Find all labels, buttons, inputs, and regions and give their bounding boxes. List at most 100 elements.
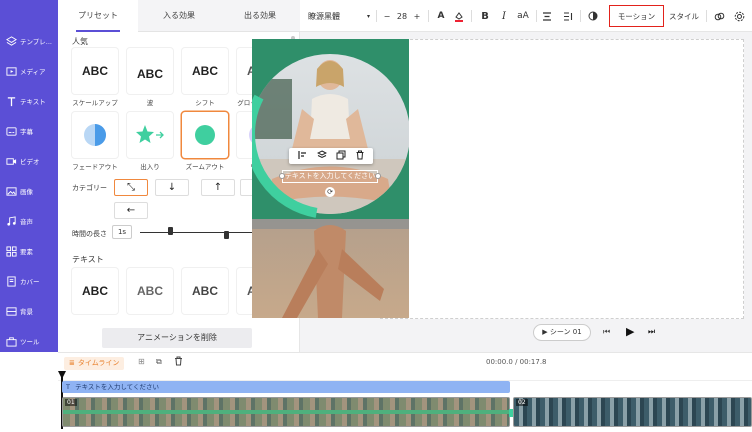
preset-in-out[interactable]: [127, 112, 173, 158]
video-icon: [5, 155, 17, 167]
text-preset-2[interactable]: ABC: [127, 268, 173, 314]
trash-icon[interactable]: [355, 150, 365, 162]
nav-item-tools[interactable]: ツール: [0, 330, 58, 352]
clip-tag: 02: [516, 399, 528, 406]
section-text-heading: テキスト: [72, 255, 104, 264]
next-icon[interactable]: ⏭: [648, 327, 655, 337]
layers-icon: [5, 35, 17, 47]
text-element[interactable]: テキストを入力してください: [282, 170, 378, 183]
resize-handle-left[interactable]: [279, 173, 285, 179]
nav-item-image[interactable]: 画像: [0, 180, 58, 202]
preset-label: フェードアウト: [72, 163, 118, 171]
text-clip[interactable]: T テキストを入力してください: [62, 381, 510, 393]
preset-label: シフト: [195, 99, 215, 107]
line-spacing-icon[interactable]: [561, 0, 575, 32]
font-family-select[interactable]: 瞭源黑體 ▾: [306, 0, 372, 32]
music-icon: [5, 215, 17, 227]
settings-icon[interactable]: [732, 0, 746, 32]
nav-item-subtitles[interactable]: 字幕: [0, 120, 58, 142]
nav-item-audio[interactable]: 音声: [0, 210, 58, 232]
divider: [580, 10, 581, 22]
nav-item-elements[interactable]: 要素: [0, 240, 58, 262]
direction-down-button[interactable]: ↓: [155, 179, 189, 196]
preset-wave[interactable]: ABC: [127, 48, 173, 94]
direction-expand-button[interactable]: ⤡: [114, 179, 148, 196]
tab-motion[interactable]: モーション: [609, 5, 664, 27]
timeline-ruler[interactable]: [58, 373, 752, 381]
text-clip-label: テキストを入力してください: [75, 383, 159, 391]
nav-item-text[interactable]: テキスト: [0, 90, 58, 112]
split-icon[interactable]: ⊞: [138, 357, 145, 366]
preset-label: スケールアップ: [72, 99, 118, 107]
font-size-decrease-button[interactable]: −: [380, 0, 394, 32]
preset-scale-up[interactable]: ABC: [72, 48, 118, 94]
clip-overlay: [63, 410, 509, 414]
tab-style[interactable]: スタイル: [666, 0, 702, 32]
timeline-icon: ≣: [69, 359, 75, 367]
nav-item-background[interactable]: 背景: [0, 300, 58, 322]
delete-animation-button[interactable]: アニメーションを削除: [102, 328, 252, 348]
preset-label: 波: [146, 99, 154, 107]
preset-zoom-out[interactable]: [182, 112, 228, 158]
tools-icon: [5, 335, 17, 347]
nav-item-cover[interactable]: カバー: [0, 270, 58, 292]
rotate-icon[interactable]: ⟳: [325, 187, 335, 197]
duration-slider-track[interactable]: [140, 232, 260, 233]
text-toolbar: 瞭源黑體 ▾ − 28 + A B I aA モーション スタイル: [300, 0, 752, 32]
video-clip-2[interactable]: 02: [513, 397, 752, 427]
copy-icon[interactable]: ⧉: [156, 357, 162, 367]
nav-item-video[interactable]: ビデオ: [0, 150, 58, 172]
nav-item-media[interactable]: メディア: [0, 60, 58, 82]
font-size-increase-button[interactable]: +: [410, 0, 424, 32]
align-icon[interactable]: [297, 150, 308, 162]
text-color-icon[interactable]: A: [434, 0, 448, 32]
align-center-icon[interactable]: [540, 0, 554, 32]
timeline-toggle-button[interactable]: ≣ タイムライン: [64, 357, 125, 370]
duration-start-field[interactable]: 1s: [112, 225, 132, 239]
preset-fade-out[interactable]: [72, 112, 118, 158]
link-icon[interactable]: [712, 0, 726, 32]
tab-exit-effects[interactable]: 出る効果: [220, 0, 300, 32]
fade-circle-icon: [84, 124, 106, 146]
previous-icon[interactable]: ⏮: [603, 327, 610, 337]
italic-button[interactable]: I: [497, 0, 511, 32]
duration-slider-handle-end[interactable]: [224, 231, 229, 239]
video-preview[interactable]: テキストを入力してください ⟳: [252, 39, 409, 318]
text-preset-3[interactable]: ABC: [182, 268, 228, 314]
tab-presets[interactable]: プリセット: [58, 0, 138, 32]
bold-button[interactable]: B: [478, 0, 492, 32]
preset-shift[interactable]: ABC: [182, 48, 228, 94]
nav-label: 画像: [20, 188, 33, 196]
nav-label: テンプレ...: [20, 38, 53, 46]
play-icon[interactable]: ▶: [626, 325, 634, 338]
timeline-time: 00:00.0 / 00:17.8: [486, 358, 547, 366]
element-context-menu: [289, 148, 373, 164]
font-size-field[interactable]: 28: [393, 0, 411, 32]
direction-left-button[interactable]: ←: [114, 202, 148, 219]
highlight-color-icon[interactable]: [452, 0, 466, 32]
tab-enter-effects[interactable]: 入る効果: [139, 0, 219, 32]
text-icon: [5, 95, 17, 107]
nav-item-templates[interactable]: テンプレ...: [0, 30, 58, 52]
scene-play-button[interactable]: ▶ シーン 01: [533, 324, 591, 341]
elements-icon: [5, 245, 17, 257]
nav-label: ビデオ: [20, 158, 40, 166]
panel-tabs: プリセット 入る効果 出る効果: [58, 0, 300, 32]
nav-label: 字幕: [20, 128, 33, 136]
cover-icon: [5, 275, 17, 287]
preset-sample: ABC: [192, 64, 218, 78]
direction-up-button[interactable]: ↑: [201, 179, 235, 196]
opacity-icon[interactable]: [586, 0, 600, 32]
stage: [380, 39, 744, 319]
text-preset-1[interactable]: ABC: [72, 268, 118, 314]
delete-icon[interactable]: [174, 356, 183, 368]
divider: [471, 10, 472, 22]
layers-icon[interactable]: [316, 150, 327, 162]
resize-handle-right[interactable]: [375, 173, 381, 179]
duration-slider-handle-start[interactable]: [168, 227, 173, 235]
text-case-button[interactable]: aA: [514, 0, 532, 32]
nav-label: 背景: [20, 308, 33, 316]
video-clip-1[interactable]: 01: [62, 397, 510, 427]
duplicate-icon[interactable]: [336, 150, 346, 162]
font-family-value: 瞭源黑體: [308, 11, 340, 21]
